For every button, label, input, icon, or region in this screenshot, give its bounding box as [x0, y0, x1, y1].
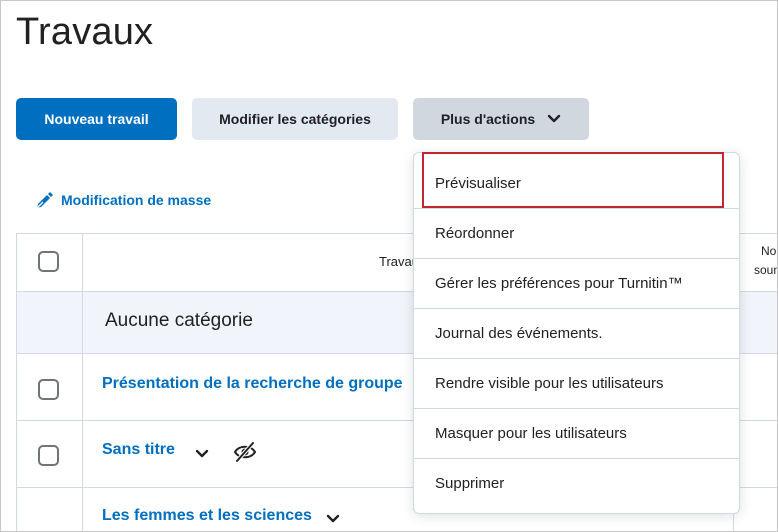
- more-actions-button[interactable]: Plus d'actions: [413, 98, 589, 140]
- row-check-cell: [17, 488, 83, 531]
- row-check-cell: [17, 421, 83, 487]
- category-check-cell: [17, 292, 83, 353]
- assignment-link[interactable]: Présentation de la recherche de groupe: [102, 375, 403, 393]
- header-right-line1: Nouve: [761, 244, 777, 258]
- assignment-link[interactable]: Les femmes et les sciences: [102, 507, 312, 525]
- menu-item-label: Masquer pour les utilisateurs: [435, 425, 627, 442]
- menu-item-event-log[interactable]: Journal des événements.: [414, 309, 739, 359]
- new-assignment-label: Nouveau travail: [44, 111, 149, 127]
- assignment-link[interactable]: Sans titre: [102, 441, 175, 459]
- menu-item-hide[interactable]: Masquer pour les utilisateurs: [414, 409, 739, 459]
- pencil-icon: [35, 190, 55, 210]
- row-checkbox[interactable]: [38, 379, 59, 400]
- menu-item-label: Journal des événements.: [435, 325, 603, 342]
- menu-item-delete[interactable]: Supprimer: [414, 459, 739, 509]
- menu-item-label: Supprimer: [435, 475, 505, 492]
- row-check-cell: [17, 354, 83, 420]
- select-all-checkbox[interactable]: [38, 251, 59, 272]
- page-frame: Travaux Nouveau travail Modifier les cat…: [0, 0, 778, 532]
- new-assignment-button[interactable]: Nouveau travail: [16, 98, 177, 140]
- menu-item-label: Rendre visible pour les utilisateurs: [435, 375, 664, 392]
- menu-item-label: Prévisualiser: [435, 175, 521, 192]
- row-checkbox[interactable]: [38, 445, 59, 466]
- menu-item-preview[interactable]: Prévisualiser: [414, 159, 739, 209]
- bulk-edit-link[interactable]: Modification de masse: [35, 190, 211, 210]
- menu-item-label: Gérer les préférences pour Turnitin™: [435, 275, 683, 292]
- more-actions-menu: Prévisualiser Réordonner Gérer les préfé…: [413, 152, 740, 514]
- chevron-down-icon: [547, 114, 561, 124]
- edit-categories-label: Modifier les catégories: [219, 111, 371, 127]
- more-actions-label: Plus d'actions: [440, 111, 536, 127]
- page-title: Travaux: [16, 11, 154, 53]
- category-label: Aucune catégorie: [105, 310, 253, 331]
- header-check-cell: [17, 234, 83, 291]
- context-chevron-icon[interactable]: [194, 448, 210, 460]
- eye-slash-icon: [233, 441, 257, 463]
- context-chevron-icon[interactable]: [325, 513, 341, 525]
- menu-item-reorder[interactable]: Réordonner: [414, 209, 739, 259]
- menu-item-label: Réordonner: [435, 225, 515, 242]
- bulk-edit-label: Modification de masse: [61, 192, 212, 208]
- header-right-line2: soumis: [754, 263, 777, 277]
- menu-item-make-visible[interactable]: Rendre visible pour les utilisateurs: [414, 359, 739, 409]
- menu-item-turnitin[interactable]: Gérer les préférences pour Turnitin™: [414, 259, 739, 309]
- edit-categories-button[interactable]: Modifier les catégories: [192, 98, 398, 140]
